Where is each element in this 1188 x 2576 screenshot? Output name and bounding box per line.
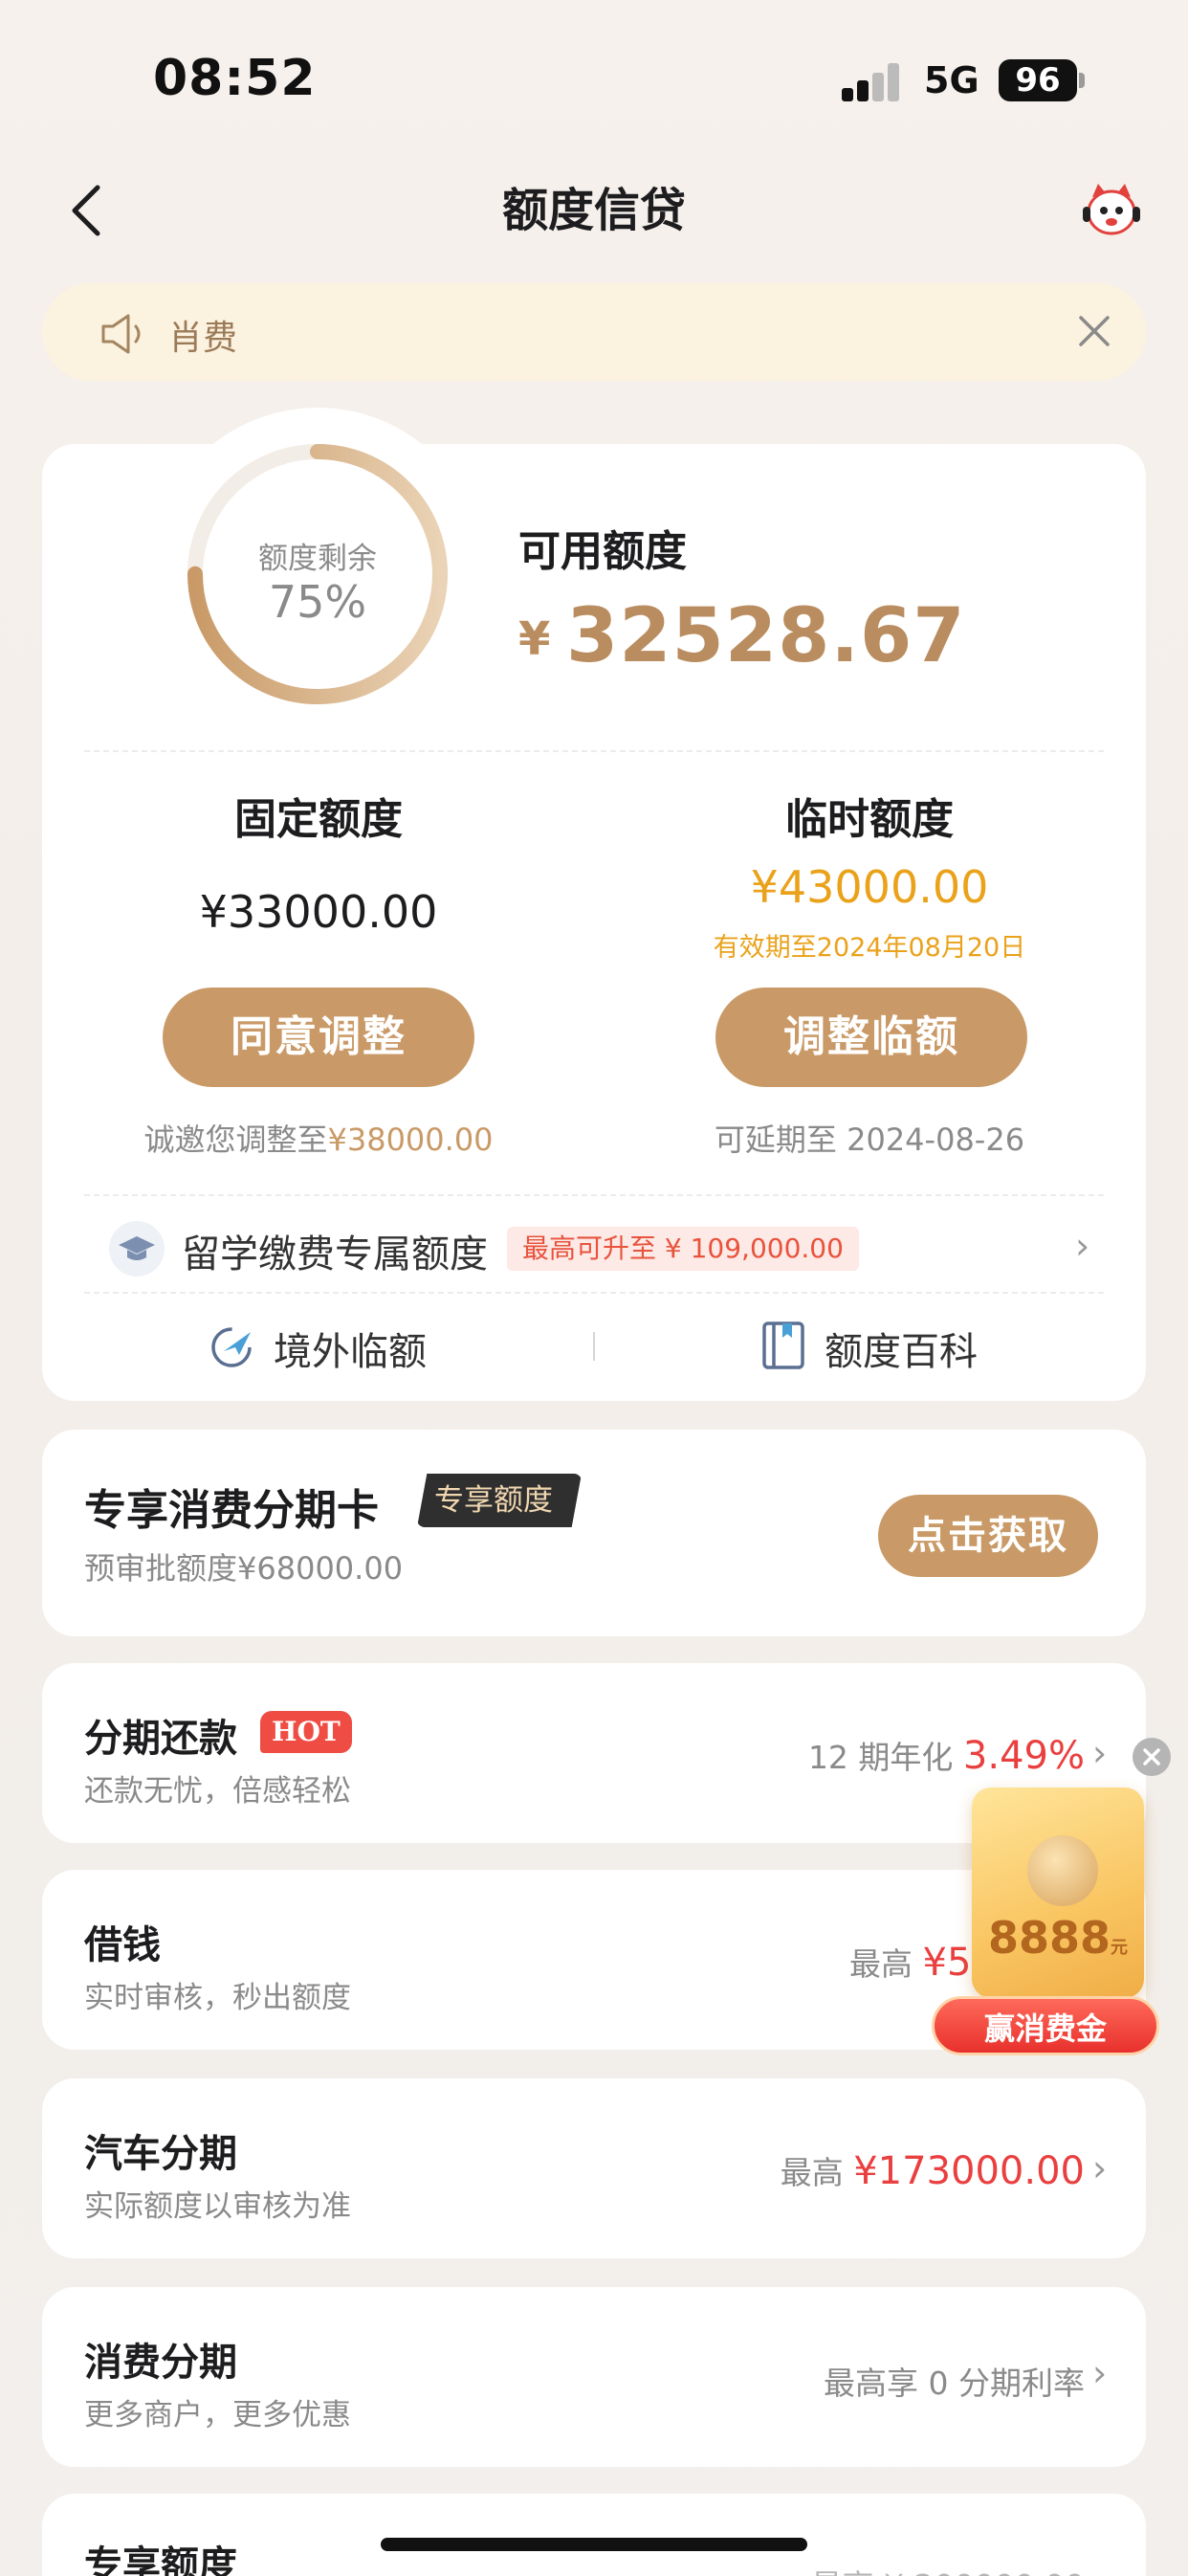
- list-item-right: 12 期年化 3.49%: [807, 1734, 1085, 1778]
- divider: [84, 1292, 1104, 1294]
- list-item-right: 最高 ¥ 200000.00: [811, 2561, 1085, 2576]
- win-voucher-button[interactable]: 赢消费金: [932, 1996, 1159, 2055]
- chevron-right-icon[interactable]: ›: [1092, 2352, 1107, 2394]
- exclusive-badge: 专享额度: [417, 1474, 582, 1527]
- coin-icon: [1027, 1835, 1098, 1906]
- currency-symbol: ¥: [518, 612, 551, 666]
- close-icon[interactable]: [1133, 1738, 1171, 1776]
- divider: [84, 1194, 1104, 1196]
- graduation-cap-icon: [109, 1221, 165, 1277]
- divider: [84, 750, 1104, 752]
- credit-wiki-link[interactable]: 额度百科: [825, 1321, 978, 1376]
- speaker-icon: [101, 314, 141, 354]
- temp-credit-validity: 有效期至2024年08月20日: [713, 933, 1026, 963]
- list-item-subtitle: 还款无忧，倍感轻松: [84, 1774, 351, 1809]
- notice-bar[interactable]: 肖费: [42, 283, 1146, 381]
- list-item-right: 最高 ¥5: [849, 1941, 972, 1985]
- list-item-subtitle: 实际额度以审核为准: [84, 2189, 351, 2224]
- battery-tip: [1079, 73, 1085, 88]
- fixed-credit-label: 固定额度: [234, 795, 403, 844]
- installment-card-subtitle: 预审批额度¥68000.00: [84, 1550, 404, 1587]
- chevron-right-icon[interactable]: ›: [1075, 1225, 1089, 1267]
- invite-amount: ¥38000.00: [327, 1121, 494, 1158]
- list-item-subtitle: 更多商户，更多优惠: [84, 2398, 351, 2432]
- network-type: 5G: [924, 59, 979, 101]
- temp-credit-amount: ¥43000.00: [750, 861, 989, 913]
- notice-text: 肖费: [168, 319, 238, 358]
- available-credit-amount: 32528.67: [566, 593, 966, 679]
- agree-adjust-button[interactable]: 同意调整: [163, 988, 474, 1087]
- available-credit-label: 可用额度: [518, 527, 687, 576]
- plane-globe-icon[interactable]: [209, 1322, 256, 1370]
- hot-badge: HOT: [260, 1711, 352, 1753]
- invite-text: 诚邀您调整至¥38000.00: [143, 1121, 494, 1158]
- temp-credit-label: 临时额度: [785, 795, 954, 844]
- list-item-title: 借钱: [84, 1923, 161, 1967]
- signal-icon: [842, 63, 903, 101]
- vertical-divider: [593, 1332, 595, 1361]
- customer-service-icon[interactable]: [1079, 178, 1144, 239]
- page-title: 额度信贷: [501, 184, 686, 237]
- list-item-right: 最高 ¥173000.00: [780, 2149, 1085, 2193]
- study-credit-badge: 最高可升至 ¥ 109,000.00: [507, 1227, 859, 1271]
- rate-value: 3.49%: [962, 1734, 1085, 1778]
- study-credit-label[interactable]: 留学缴费专属额度: [182, 1223, 488, 1278]
- packet-amount: 8888元: [987, 1912, 1129, 1964]
- max-amount: ¥173000.00: [853, 2149, 1085, 2193]
- close-icon[interactable]: [1073, 310, 1115, 352]
- fixed-credit-amount: ¥33000.00: [199, 886, 438, 938]
- ring-percent: 75%: [268, 576, 367, 628]
- battery-icon: 96: [999, 59, 1077, 101]
- list-item-title: 分期还款: [84, 1717, 237, 1761]
- chevron-right-icon[interactable]: ›: [1092, 1732, 1107, 1774]
- extend-text: 可延期至 2024-08-26: [714, 1121, 1025, 1158]
- book-icon[interactable]: [761, 1321, 805, 1370]
- ring-label: 额度剩余: [258, 542, 377, 576]
- list-item-subtitle: 实时审核，秒出额度: [84, 1981, 351, 2015]
- get-card-button[interactable]: 点击获取: [878, 1495, 1098, 1577]
- max-amount: ¥5: [922, 1941, 972, 1985]
- chevron-right-icon[interactable]: ›: [1092, 2147, 1107, 2189]
- list-item-title: 专享额度: [84, 2543, 237, 2576]
- list-item-title: 消费分期: [84, 2341, 237, 2385]
- list-item-title: 汽车分期: [84, 2132, 237, 2176]
- abroad-temp-credit-link[interactable]: 境外临额: [274, 1321, 427, 1376]
- list-item-right: 最高享 0 分期利率: [824, 2365, 1085, 2402]
- status-time: 08:52: [153, 50, 317, 107]
- adjust-temp-button[interactable]: 调整临额: [715, 988, 1027, 1087]
- installment-card-title: 专享消费分期卡: [84, 1486, 379, 1535]
- home-indicator: [381, 2538, 807, 2551]
